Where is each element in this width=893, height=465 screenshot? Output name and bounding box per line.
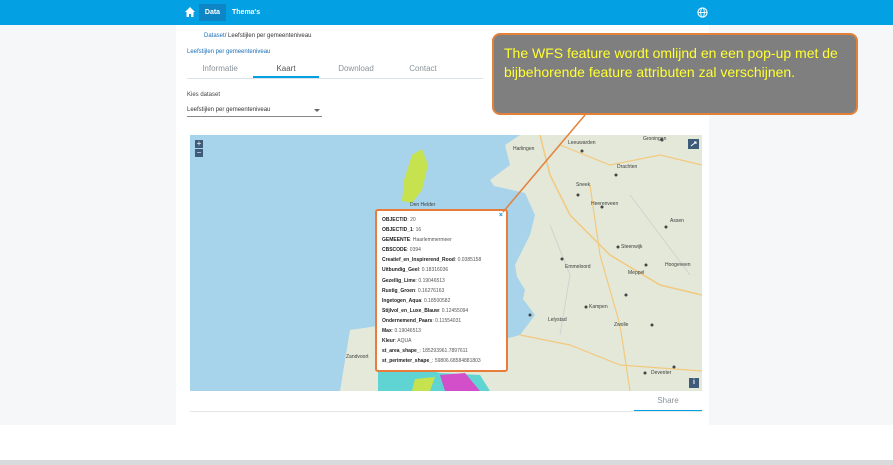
dataset-title-link[interactable]: Leefstijlen per gemeenteniveau bbox=[187, 49, 270, 55]
map-label-assen: Assen bbox=[670, 218, 684, 224]
share-tab[interactable]: Share bbox=[634, 396, 702, 405]
map-label-emmeloord: Emmeloord bbox=[565, 264, 591, 270]
map-label-deventer: Deventer bbox=[651, 370, 672, 376]
popup-attribute-row: OBJECTID_1: 16 bbox=[382, 227, 422, 234]
share-bar bbox=[190, 391, 702, 412]
annotation-callout: The WFS feature wordt omlijnd en een pop… bbox=[492, 33, 858, 115]
nav-themas-tab[interactable]: Thema's bbox=[232, 4, 260, 21]
map-label-steenwijk: Steenwijk bbox=[621, 244, 643, 250]
map-label-kampen: Kampen bbox=[589, 304, 608, 310]
popup-attribute-row: CBSCODE: 0394 bbox=[382, 247, 421, 254]
map-label-zandvoort: Zandvoort bbox=[346, 354, 369, 360]
home-icon[interactable] bbox=[184, 6, 196, 18]
tab-contact[interactable]: Contact bbox=[390, 61, 456, 78]
popup-attribute-row: GEMEENTE: Haarlemmermeer bbox=[382, 237, 452, 244]
bottom-border bbox=[0, 460, 893, 465]
tab-download[interactable]: Download bbox=[323, 61, 389, 78]
map-label-heerenveen: Heerenveen bbox=[591, 201, 619, 207]
breadcrumb-dataset-link[interactable]: Dataset bbox=[204, 33, 225, 39]
popup-attribute-row: Gezellig_Lime: 0.19046513 bbox=[382, 277, 445, 284]
dataset-select-value: Leefstijlen per gemeenteniveau bbox=[187, 107, 271, 113]
share-tab-underline bbox=[634, 410, 702, 411]
map-label-lelystad: Lelystad bbox=[548, 317, 567, 323]
popup-attribute-row: Stijlvol_en_Luxe_Blauw: 0.12455094 bbox=[382, 307, 469, 314]
popup-attribute-row: Rustig_Groen: 0.16276163 bbox=[382, 287, 445, 294]
zoom-out-button[interactable]: − bbox=[195, 149, 203, 157]
popup-attribute-row: st_perimeter_shape_: 59806.68584881803 bbox=[382, 358, 481, 365]
popup-attribute-row: Ondernemend_Paars: 0.11554031 bbox=[382, 317, 462, 324]
popup-attribute-row: Kleur: AQUA bbox=[382, 338, 412, 345]
popup-attribute-row: Max: 0.19046513 bbox=[382, 328, 421, 335]
zoom-in-button[interactable]: + bbox=[195, 140, 203, 148]
tab-kaart[interactable]: Kaart bbox=[253, 61, 319, 78]
map-label-meppel: Meppel bbox=[628, 270, 645, 276]
map-label-den-helder: Den Helder bbox=[410, 202, 436, 208]
map-label-groningen: Groningen bbox=[643, 136, 667, 142]
dataset-select-label: Kies dataset bbox=[187, 92, 221, 98]
dataset-select[interactable]: Leefstijlen per gemeenteniveau bbox=[187, 104, 322, 117]
popup-attribute-row: OBJECTID: 20 bbox=[382, 217, 416, 223]
info-icon[interactable]: i bbox=[689, 378, 699, 388]
map-label-leeuwarden: Leeuwarden bbox=[568, 140, 596, 146]
breadcrumb-current: / Leefstijlen per gemeenteniveau bbox=[224, 33, 312, 39]
map-label-harlingen: Harlingen bbox=[513, 146, 535, 152]
nav-data-tab[interactable]: Data bbox=[199, 4, 226, 21]
map-label-hoogeveen: Hoogeveen bbox=[665, 262, 691, 268]
dataset-tabs: Informatie Kaart Download Contact bbox=[187, 61, 483, 79]
popup-attribute-row: st_area_shape_: 185293961.7897611 bbox=[382, 348, 468, 355]
fullscreen-icon[interactable] bbox=[688, 139, 699, 149]
popup-attribute-row: Uitbundig_Geel: 0.18316036 bbox=[382, 267, 449, 274]
popup-attribute-row: Creatief_en_Inspirerend_Rood: 0.0385158 bbox=[382, 257, 482, 264]
map-label-drachten: Drachten bbox=[617, 164, 638, 170]
chevron-down-icon bbox=[314, 109, 320, 112]
map-label-sneek: Sneek bbox=[576, 182, 591, 188]
close-icon[interactable]: × bbox=[499, 212, 503, 219]
feature-popup: × OBJECTID: 20 OBJECTID_1: 16 GEMEENTE: … bbox=[375, 209, 508, 372]
breadcrumb: Dataset/ Leefstijlen per gemeenteniveau bbox=[204, 33, 311, 39]
top-navigation-bar bbox=[0, 0, 893, 25]
map-label-zwolle: Zwolle bbox=[614, 322, 629, 328]
popup-attribute-row: Ingetogen_Aqua: 0.18500582 bbox=[382, 297, 451, 304]
globe-icon[interactable] bbox=[697, 7, 708, 18]
tab-informatie[interactable]: Informatie bbox=[187, 61, 253, 78]
